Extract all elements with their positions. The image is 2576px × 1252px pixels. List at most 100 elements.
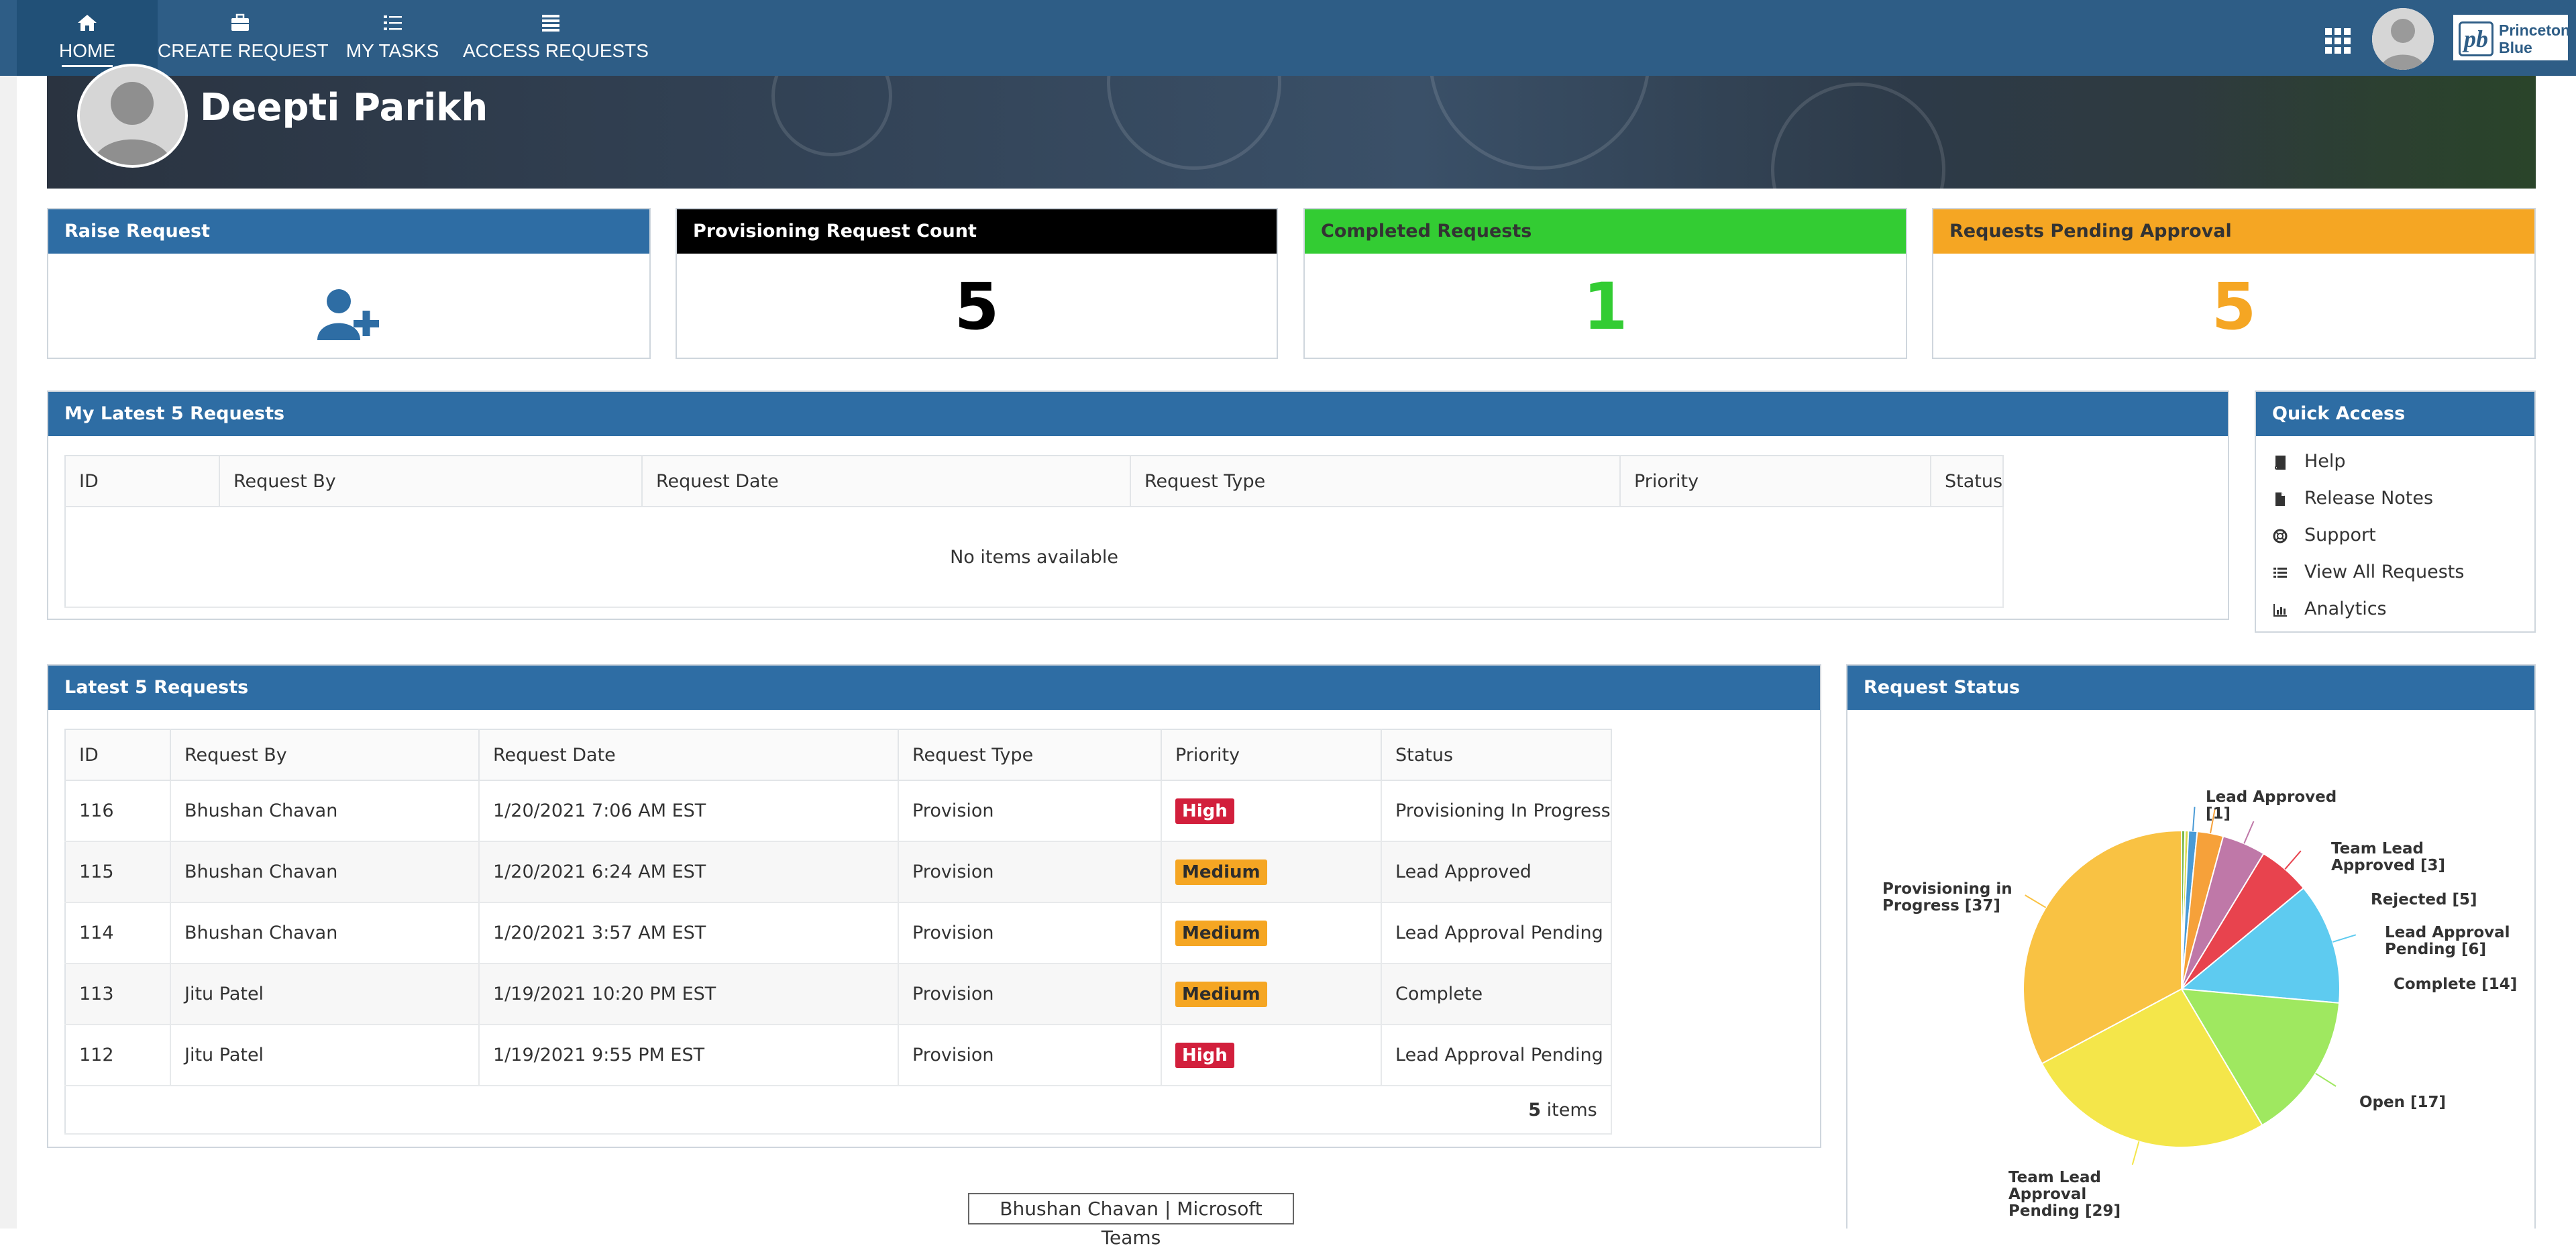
profile-avatar — [77, 64, 188, 168]
cell-id: 112 — [65, 1025, 171, 1086]
completed-requests-card: Completed Requests 1 — [1303, 208, 1907, 359]
table-row[interactable]: 116 Bhushan Chavan 1/20/2021 7:06 AM EST… — [65, 780, 1612, 842]
logo-text-line-1: Princeton — [2499, 21, 2571, 39]
table-row[interactable]: 115 Bhushan Chavan 1/20/2021 6:24 AM EST… — [65, 841, 1612, 903]
princeton-blue-logo[interactable]: pb Princeton Blue — [2452, 13, 2570, 62]
column-header-request-type[interactable]: Request Type — [1130, 456, 1621, 507]
top-navigation-bar: HOME CREATE REQUEST MY TASKS ACCESS REQU… — [0, 0, 2576, 76]
cell-request-by: Jitu Patel — [170, 1025, 480, 1086]
completed-requests-title: Completed Requests — [1305, 209, 1906, 254]
user-avatar[interactable] — [2372, 8, 2434, 70]
pie-label-lead-approval-pending: Lead Approval Pending [6] — [2385, 924, 2510, 958]
column-header-status[interactable]: Status — [1381, 729, 1612, 781]
book-icon — [2274, 456, 2286, 470]
pie-leader-line — [2131, 1141, 2140, 1165]
completed-requests-value: 1 — [1582, 269, 1628, 344]
cell-request-type: Provision — [898, 902, 1162, 964]
pie-label-text: Lead Approved — [2206, 788, 2337, 806]
priority-badge: High — [1175, 798, 1234, 824]
home-icon — [78, 15, 97, 31]
pie-label-team-lead-approved: Team Lead Approved [3] — [2331, 840, 2445, 874]
pie-label-text: Complete — [2394, 976, 2477, 993]
column-header-request-date[interactable]: Request Date — [642, 456, 1131, 507]
provisioning-count-card: Provisioning Request Count 5 — [676, 208, 1278, 359]
my-latest-requests-title: My Latest 5 Requests — [48, 392, 2228, 436]
priority-badge: Medium — [1175, 859, 1267, 885]
nav-create-request-label: CREATE REQUEST — [158, 40, 329, 61]
pie-label-value: 3 — [2427, 857, 2438, 874]
pending-approval-value: 5 — [2211, 269, 2257, 344]
column-header-id[interactable]: ID — [65, 456, 220, 507]
table-row[interactable]: 112 Jitu Patel 1/19/2021 9:55 PM EST Pro… — [65, 1025, 1612, 1086]
pie-label-value: 17 — [2417, 1094, 2439, 1111]
hover-tooltip: Bhushan Chavan | Microsoft Teams — [968, 1193, 1294, 1249]
cell-priority: Medium — [1161, 963, 1382, 1025]
pie-label-value: 37 — [1972, 897, 1994, 915]
cell-status: Lead Approved — [1381, 841, 1612, 903]
cell-request-type: Provision — [898, 841, 1162, 903]
cell-status: Lead Approval Pending — [1381, 902, 1612, 964]
nav-my-tasks[interactable]: MY TASKS — [322, 0, 463, 76]
column-header-request-type[interactable]: Request Type — [898, 729, 1162, 781]
nav-my-tasks-label: MY TASKS — [345, 40, 439, 61]
cell-status: Lead Approval Pending — [1381, 1025, 1612, 1086]
column-header-request-by[interactable]: Request By — [170, 729, 480, 781]
table-row[interactable]: 114 Bhushan Chavan 1/20/2021 3:57 AM EST… — [65, 902, 1612, 964]
pending-approval-title: Requests Pending Approval — [1933, 209, 2534, 254]
nav-home-active-indicator — [62, 65, 113, 67]
nav-access-requests-label: ACCESS REQUESTS — [463, 40, 649, 61]
table-footer-row: 5 items — [65, 1086, 1612, 1135]
quick-access-title: Quick Access — [2256, 392, 2534, 436]
table-header-row: ID Request By Request Date Request Type … — [65, 456, 2004, 507]
latest-requests-table: ID Request By Request Date Request Type … — [64, 729, 1612, 1135]
cell-request-date: 1/19/2021 9:55 PM EST — [479, 1025, 899, 1086]
pie-label-value: 29 — [2092, 1202, 2114, 1220]
raise-request-title: Raise Request — [48, 209, 649, 254]
add-user-icon[interactable] — [313, 286, 387, 344]
pie-label-value: 14 — [2488, 976, 2510, 993]
cell-request-by: Bhushan Chavan — [170, 780, 480, 842]
nav-access-requests[interactable]: ACCESS REQUESTS — [463, 0, 649, 76]
request-status-title: Request Status — [1847, 666, 2534, 710]
nav-create-request[interactable]: CREATE REQUEST — [158, 0, 329, 76]
pie-label-value: 5 — [2459, 891, 2471, 908]
pie-leader-line — [2192, 806, 2196, 831]
cell-request-date: 1/20/2021 7:06 AM EST — [479, 780, 899, 842]
column-header-priority[interactable]: Priority — [1161, 729, 1382, 781]
cell-id: 114 — [65, 902, 171, 964]
logo-text: Princeton Blue — [2499, 21, 2570, 56]
app-launcher-grid-icon[interactable] — [2322, 25, 2353, 56]
item-count: 5 — [1528, 1099, 1542, 1120]
list-icon — [542, 15, 559, 32]
column-header-priority[interactable]: Priority — [1620, 456, 1931, 507]
briefcase-icon — [231, 13, 249, 31]
cell-status: Provisioning In Progress — [1381, 780, 1612, 842]
pie-label-lead-approved: Lead Approved [1] — [2206, 788, 2337, 823]
bar-chart-icon — [2273, 604, 2287, 617]
latest-requests-panel: Latest 5 Requests ID Request By Request … — [47, 664, 1821, 1148]
pie-label-open: Open [17] — [2359, 1094, 2447, 1111]
user-name: Deepti Parikh — [200, 86, 488, 129]
cell-request-date: 1/20/2021 3:57 AM EST — [479, 902, 899, 964]
quick-access-panel: Quick Access Help Release Notes Support … — [2255, 390, 2536, 633]
nav-home-label: HOME — [59, 40, 115, 61]
column-header-status[interactable]: Status — [1931, 456, 2004, 507]
cell-request-type: Provision — [898, 780, 1162, 842]
banner-decoration — [1771, 83, 1945, 189]
raise-request-card[interactable]: Raise Request — [47, 208, 651, 359]
banner-decoration — [1429, 76, 1650, 170]
task-list-icon — [384, 15, 402, 30]
cell-id: 116 — [65, 780, 171, 842]
column-header-request-by[interactable]: Request By — [219, 456, 643, 507]
pie-label-team-lead-approval-pending: Team Lead Approval Pending [29] — [2008, 1169, 2121, 1220]
banner-decoration — [1107, 76, 1281, 170]
pie-leader-line — [2284, 850, 2302, 870]
cell-request-date: 1/19/2021 10:20 PM EST — [479, 963, 899, 1025]
table-row[interactable]: 113 Jitu Patel 1/19/2021 10:20 PM EST Pr… — [65, 963, 1612, 1025]
column-header-id[interactable]: ID — [65, 729, 171, 781]
logo-text-line-2: Blue — [2499, 39, 2532, 56]
column-header-request-date[interactable]: Request Date — [479, 729, 899, 781]
quick-access-support-label: Support — [2304, 525, 2376, 545]
pending-approval-card: Requests Pending Approval 5 — [1932, 208, 2536, 359]
my-latest-requests-panel: My Latest 5 Requests ID Request By Reque… — [47, 390, 2229, 620]
